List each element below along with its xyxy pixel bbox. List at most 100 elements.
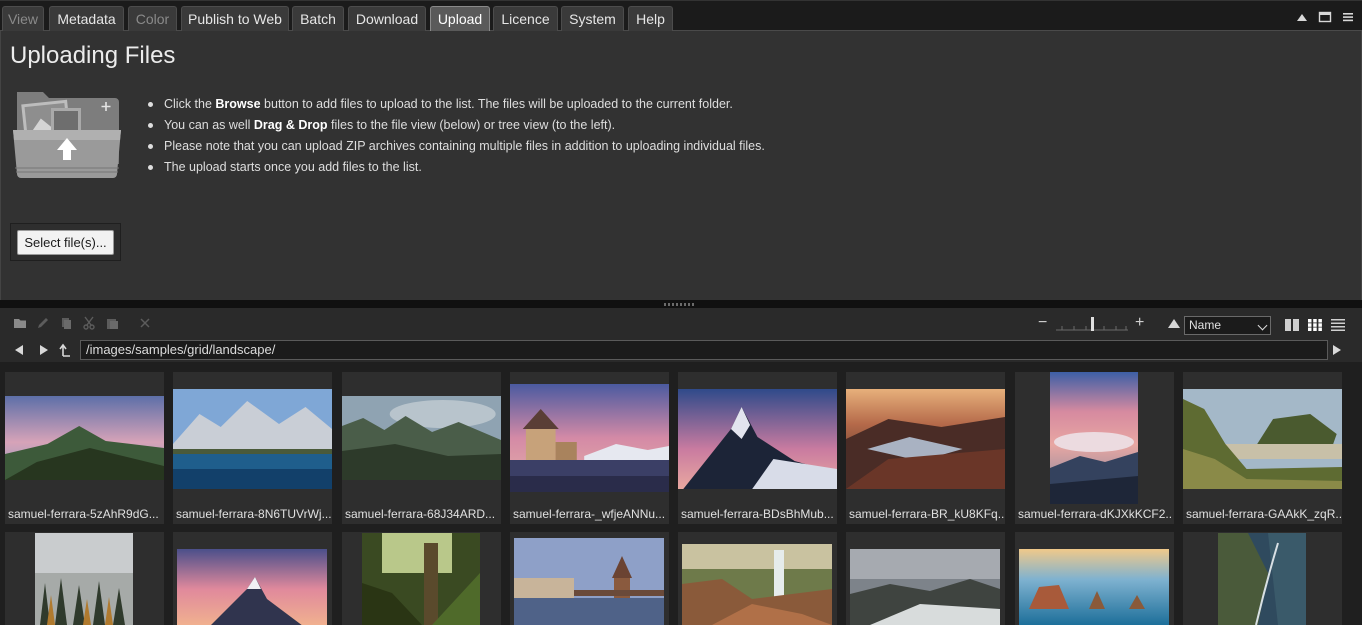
copy-icon[interactable] xyxy=(59,316,73,330)
landscape-image xyxy=(1218,533,1306,625)
file-thumbnail[interactable]: samuel-ferrara-GAAkK_zqR... xyxy=(1183,372,1342,524)
forward-arrow-icon[interactable] xyxy=(40,345,48,355)
file-thumbnail-grid: samuel-ferrara-5zAhR9dG... samuel-ferrar… xyxy=(0,362,1362,625)
zoom-in-button[interactable]: + xyxy=(1135,315,1144,331)
tab-label: Metadata xyxy=(57,11,116,27)
file-thumbnail[interactable] xyxy=(342,532,501,625)
view-list-icon[interactable] xyxy=(1331,319,1345,331)
view-large-icons-icon[interactable] xyxy=(1285,319,1299,331)
file-thumbnail[interactable]: samuel-ferrara-_wfjeANNu... xyxy=(510,372,669,524)
instruction-item: The upload starts once you add files to … xyxy=(148,159,765,180)
edit-pencil-icon[interactable] xyxy=(36,316,50,330)
instruction-item: Click the Browse button to add files to … xyxy=(148,96,765,117)
landscape-image xyxy=(35,533,133,625)
landscape-image xyxy=(5,396,164,480)
file-thumbnail[interactable] xyxy=(1183,532,1342,625)
instruction-item: Please note that you can upload ZIP arch… xyxy=(148,138,765,159)
tab-label: Batch xyxy=(300,11,336,27)
landscape-image xyxy=(177,549,327,625)
menu-tab-bar: View Metadata Color Publish to Web Batch… xyxy=(0,0,1362,33)
file-thumbnail[interactable]: samuel-ferrara-8N6TUVrWj... xyxy=(173,372,332,524)
page-title: Uploading Files xyxy=(10,42,176,69)
sort-ascending-icon[interactable] xyxy=(1168,319,1180,328)
view-grid-icon[interactable] xyxy=(1308,319,1322,331)
file-name: samuel-ferrara-8N6TUVrWj... xyxy=(176,507,331,521)
tab-label: Help xyxy=(636,11,665,27)
tab-metadata[interactable]: Metadata xyxy=(49,6,124,32)
file-thumbnail[interactable]: samuel-ferrara-BDsBhMub... xyxy=(678,372,837,524)
file-thumbnail[interactable]: samuel-ferrara-dKJXkKCF2... xyxy=(1015,372,1174,524)
zoom-out-button[interactable]: − xyxy=(1038,315,1047,331)
upload-panel: Uploading Files Click the Browse button … xyxy=(0,31,1362,300)
landscape-image xyxy=(362,533,480,625)
tab-publish-to-web[interactable]: Publish to Web xyxy=(181,6,289,32)
tab-help[interactable]: Help xyxy=(628,6,673,32)
sort-by-value: Name xyxy=(1189,318,1222,332)
file-thumbnail[interactable] xyxy=(1015,532,1174,625)
landscape-image xyxy=(342,396,501,480)
path-input[interactable]: /images/samples/grid/landscape/ xyxy=(80,340,1328,360)
tab-batch[interactable]: Batch xyxy=(292,6,344,32)
file-thumbnail[interactable] xyxy=(678,532,837,625)
cut-icon[interactable] xyxy=(82,316,96,330)
landscape-image xyxy=(1019,549,1169,625)
maximize-icon[interactable] xyxy=(1318,10,1332,24)
tab-label: View xyxy=(7,11,39,27)
file-name: samuel-ferrara-GAAkK_zqR... xyxy=(1186,507,1341,521)
splitter-grip-icon[interactable] xyxy=(664,303,696,306)
paste-icon[interactable] xyxy=(105,316,119,330)
file-thumbnail[interactable] xyxy=(846,532,1005,625)
file-thumbnail[interactable]: samuel-ferrara-68J34ARD... xyxy=(342,372,501,524)
tab-upload[interactable]: Upload xyxy=(430,6,490,33)
landscape-image xyxy=(850,549,1000,625)
file-name: samuel-ferrara-68J34ARD... xyxy=(345,507,496,521)
landscape-image xyxy=(678,389,837,489)
file-toolbar: − + Name xyxy=(0,308,1362,339)
collapse-up-icon[interactable] xyxy=(1295,10,1309,24)
landscape-image xyxy=(514,538,664,625)
upload-instructions: Click the Browse button to add files to … xyxy=(148,96,765,180)
file-name: samuel-ferrara-BR_kU8KFq... xyxy=(849,507,1004,521)
delete-x-icon[interactable] xyxy=(138,316,152,330)
landscape-image xyxy=(682,544,832,625)
tab-label: Download xyxy=(355,11,419,27)
landscape-image xyxy=(846,389,1005,489)
file-thumbnail[interactable] xyxy=(5,532,164,625)
landscape-image xyxy=(1183,389,1342,489)
go-arrow-icon[interactable] xyxy=(1333,345,1341,355)
upload-folder-icon xyxy=(13,92,121,178)
chevron-down-icon xyxy=(1257,320,1268,331)
up-folder-icon[interactable] xyxy=(59,343,71,357)
file-thumbnail[interactable] xyxy=(173,532,332,625)
landscape-image xyxy=(173,389,332,489)
panel-splitter[interactable] xyxy=(0,300,1362,308)
zoom-slider[interactable] xyxy=(1056,317,1128,331)
tab-color[interactable]: Color xyxy=(128,6,177,32)
hamburger-menu-icon[interactable] xyxy=(1341,10,1355,24)
tab-download[interactable]: Download xyxy=(348,6,426,32)
landscape-image xyxy=(510,384,669,492)
file-name: samuel-ferrara-_wfjeANNu... xyxy=(513,507,666,521)
tab-view[interactable]: View xyxy=(2,6,44,32)
file-name: samuel-ferrara-BDsBhMub... xyxy=(681,507,834,521)
tab-label: Licence xyxy=(501,11,550,27)
tab-label: System xyxy=(569,11,616,27)
path-bar: /images/samples/grid/landscape/ xyxy=(0,339,1362,362)
select-files-button[interactable]: Select file(s)... xyxy=(17,230,114,255)
tab-system[interactable]: System xyxy=(561,6,624,32)
file-thumbnail[interactable]: samuel-ferrara-5zAhR9dG... xyxy=(5,372,164,524)
landscape-image xyxy=(1050,372,1138,504)
tab-licence[interactable]: Licence xyxy=(493,6,558,32)
instruction-item: You can as well Drag & Drop files to the… xyxy=(148,117,765,138)
tab-label: Publish to Web xyxy=(188,11,282,27)
file-thumbnail[interactable]: samuel-ferrara-BR_kU8KFq... xyxy=(846,372,1005,524)
folder-icon[interactable] xyxy=(13,316,27,330)
sort-by-select[interactable]: Name xyxy=(1184,316,1271,335)
back-arrow-icon[interactable] xyxy=(15,345,23,355)
file-name: samuel-ferrara-dKJXkKCF2... xyxy=(1018,507,1173,521)
file-name: samuel-ferrara-5zAhR9dG... xyxy=(8,507,159,521)
tab-label: Upload xyxy=(437,11,483,27)
upload-queue-box: Select file(s)... xyxy=(10,223,121,261)
tab-label: Color xyxy=(135,11,170,27)
file-thumbnail[interactable] xyxy=(510,532,669,625)
